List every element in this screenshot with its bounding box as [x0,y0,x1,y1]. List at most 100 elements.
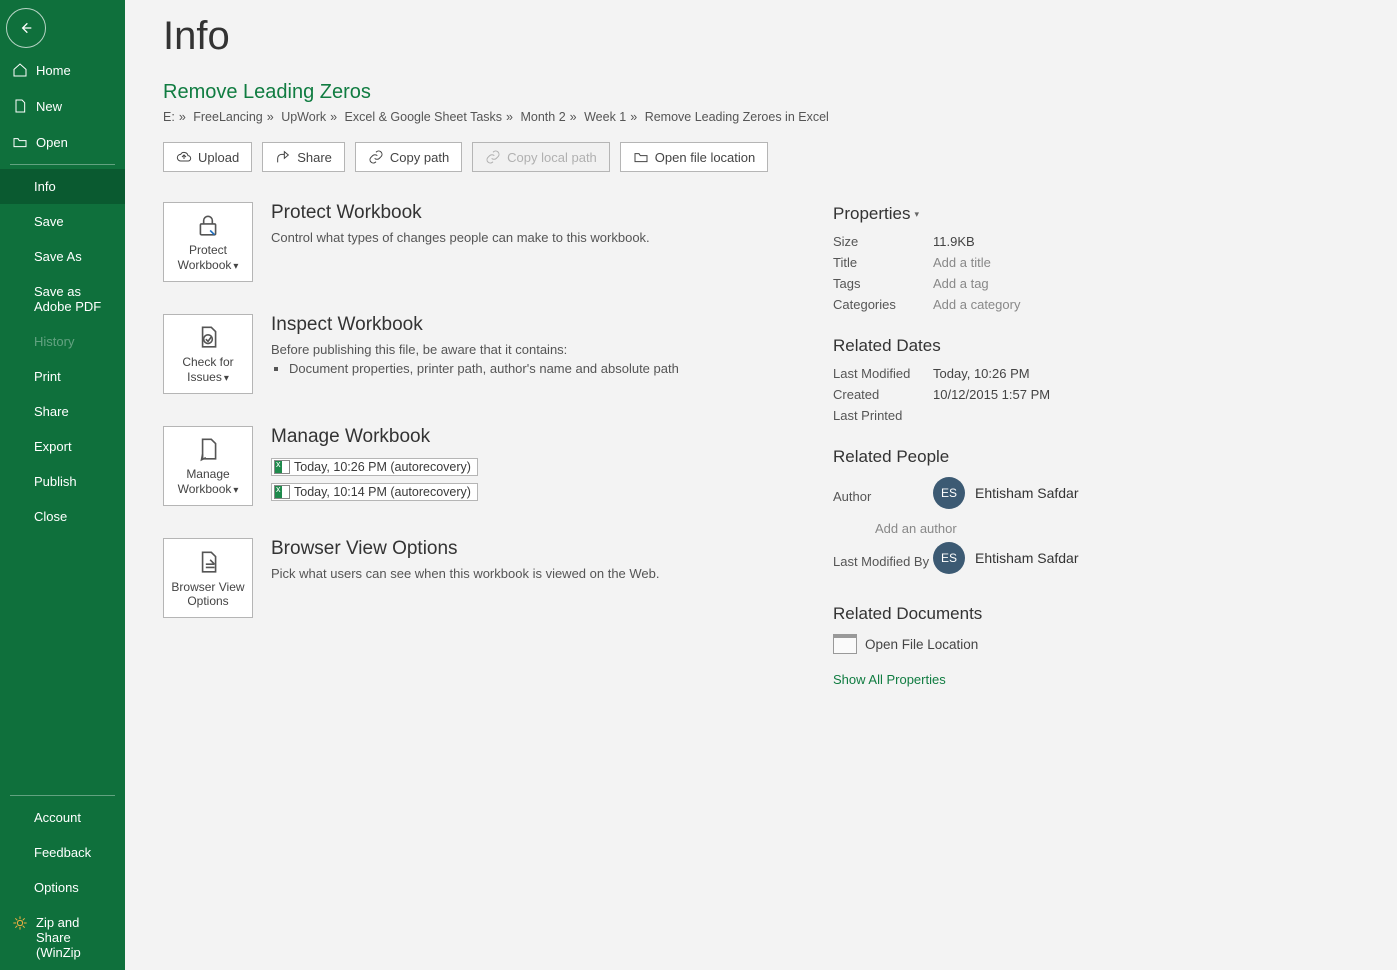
block-title: Inspect Workbook [271,314,679,336]
button-label: Manage Workbook [178,467,232,495]
copy-local-path-button: Copy local path [472,142,610,172]
author-person[interactable]: ES Ehtisham Safdar [933,477,1079,509]
link-icon [368,149,384,165]
sidebar-item-feedback[interactable]: Feedback [0,835,125,870]
sidebar-item-export[interactable]: Export [0,429,125,464]
sidebar-item-label: Feedback [34,845,91,860]
crumb[interactable]: Remove Leading Zeroes in Excel [645,110,829,124]
sidebar-item-publish[interactable]: Publish [0,464,125,499]
prop-value-title[interactable]: Add a title [933,255,991,270]
breadcrumb-sep: » [179,110,186,124]
sidebar-item-label: History [34,334,74,349]
arrow-left-icon [18,20,34,36]
sidebar-item-open[interactable]: Open [0,124,125,160]
sidebar-item-label: Publish [34,474,77,489]
sidebar-item-saveas[interactable]: Save As [0,239,125,274]
open-folder-icon [633,149,649,165]
sidebar-item-label: Options [34,880,79,895]
sidebar-item-label: Print [34,369,61,384]
sidebar-separator [10,164,115,165]
related-documents-heading: Related Documents [833,604,1233,624]
sidebar-item-close[interactable]: Close [0,499,125,534]
crumb[interactable]: Excel & Google Sheet Tasks [345,110,503,124]
sidebar-item-account[interactable]: Account [0,800,125,835]
share-icon [275,149,291,165]
sidebar-item-label: Home [36,63,71,78]
block-desc: Before publishing this file, be aware th… [271,342,679,357]
browser-view-icon [192,548,224,576]
add-author[interactable]: Add an author [875,521,1233,536]
prop-value-categories[interactable]: Add a category [933,297,1020,312]
block-title: Protect Workbook [271,202,650,224]
sidebar-item-save-pdf[interactable]: Save as Adobe PDF [0,274,125,324]
autorecovery-version[interactable]: Today, 10:14 PM (autorecovery) [271,483,478,501]
sidebar-item-share[interactable]: Share [0,394,125,429]
back-button[interactable] [6,8,46,48]
avatar: ES [933,542,965,574]
link-icon [485,149,501,165]
prop-label-last-printed: Last Printed [833,408,933,423]
properties-heading[interactable]: Properties ▾ [833,204,1233,224]
protect-workbook-block: Protect Workbook▾ Protect Workbook Contr… [163,202,743,282]
prop-label-tags: Tags [833,276,933,291]
sidebar-item-info[interactable]: Info [0,169,125,204]
last-modified-by-person[interactable]: ES Ehtisham Safdar [933,542,1079,574]
upload-button[interactable]: Upload [163,142,252,172]
backstage-content: Info Remove Leading Zeros E: » FreeLancin… [125,0,1397,970]
chevron-down-icon: ▾ [914,209,919,220]
backstage-sidebar: Home New Open Info Save Save As Save as … [0,0,125,970]
chevron-down-icon: ▾ [233,485,238,496]
page-title: Info [163,14,1397,59]
check-for-issues-button[interactable]: Check for Issues▾ [163,314,253,394]
crumb[interactable]: FreeLancing [193,110,263,124]
author-name: Ehtisham Safdar [975,485,1079,501]
sidebar-item-new[interactable]: New [0,88,125,124]
show-all-properties-link[interactable]: Show All Properties [833,672,1233,687]
lock-icon [192,211,224,239]
modby-name: Ehtisham Safdar [975,550,1079,566]
sidebar-item-history: History [0,324,125,359]
excel-file-icon [274,460,290,474]
crumb[interactable]: UpWork [281,110,326,124]
sidebar-item-label: New [36,99,62,114]
browser-view-block: Browser View Options Browser View Option… [163,538,743,618]
crumb[interactable]: Week 1 [584,110,626,124]
sidebar-item-label: Open [36,135,68,150]
block-title: Manage Workbook [271,426,478,448]
crumb[interactable]: E: [163,110,175,124]
chevron-down-icon: ▾ [233,261,238,272]
avatar: ES [933,477,965,509]
breadcrumb: E:» FreeLancing» UpWork» Excel & Google … [163,110,1397,124]
copy-path-button[interactable]: Copy path [355,142,462,172]
manage-workbook-button[interactable]: Manage Workbook▾ [163,426,253,506]
protect-workbook-button[interactable]: Protect Workbook▾ [163,202,253,282]
autorecovery-version[interactable]: Today, 10:26 PM (autorecovery) [271,458,478,476]
browser-view-options-button[interactable]: Browser View Options [163,538,253,618]
sidebar-item-save[interactable]: Save [0,204,125,239]
manage-document-icon [192,435,224,463]
crumb[interactable]: Month 2 [520,110,565,124]
button-label: Protect Workbook [178,243,232,271]
open-file-location-button[interactable]: Open file location [620,142,768,172]
sidebar-item-zip-share[interactable]: Zip and Share (WinZip [0,905,125,970]
prop-label-author: Author [833,489,933,504]
block-title: Browser View Options [271,538,660,560]
document-title: Remove Leading Zeros [163,81,1397,104]
sidebar-item-print[interactable]: Print [0,359,125,394]
related-dates-heading: Related Dates [833,336,1233,356]
open-file-location-link[interactable]: Open File Location [833,634,1233,654]
breadcrumb-sep: » [506,110,513,124]
sidebar-item-options[interactable]: Options [0,870,125,905]
sidebar-item-home[interactable]: Home [0,52,125,88]
prop-value-created: 10/12/2015 1:57 PM [933,387,1050,402]
sidebar-item-label: Save As [34,249,82,264]
action-row: Upload Share Copy path Copy local path O… [163,142,1397,172]
zip-icon [12,915,28,931]
prop-value-tags[interactable]: Add a tag [933,276,989,291]
inspect-item: Document properties, printer path, autho… [289,361,679,376]
prop-label-title: Title [833,255,933,270]
related-people-heading: Related People [833,447,1233,467]
sidebar-item-label: Zip and Share (WinZip [36,915,115,960]
manage-workbook-block: Manage Workbook▾ Manage Workbook Today, … [163,426,743,506]
share-button[interactable]: Share [262,142,345,172]
